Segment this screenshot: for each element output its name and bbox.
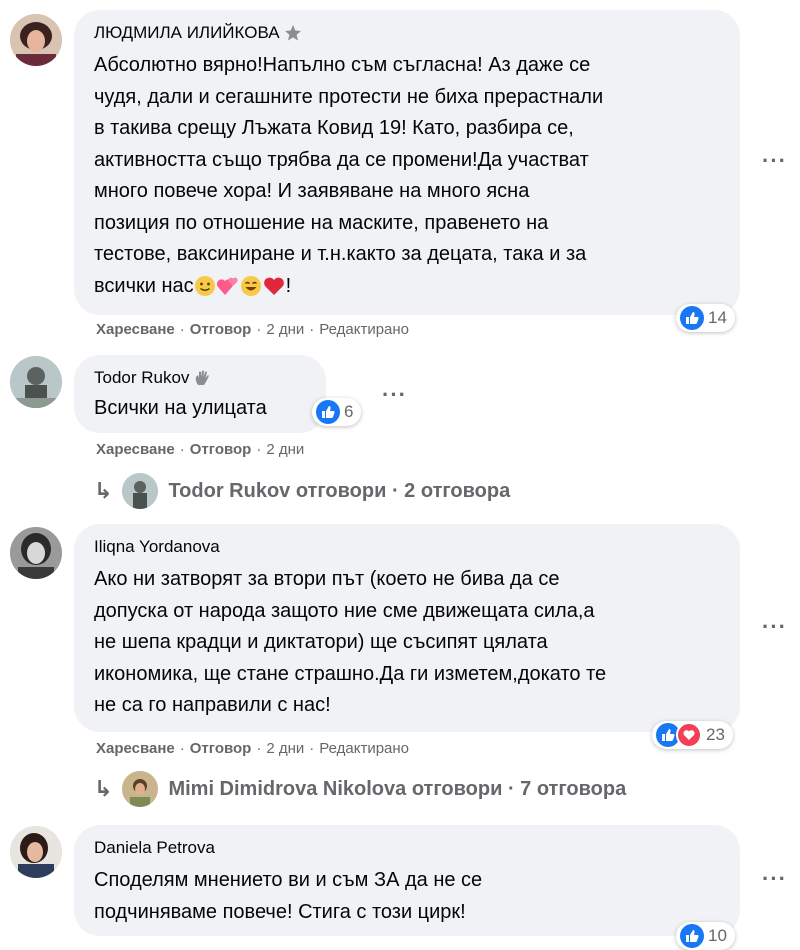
like-reaction-icon bbox=[316, 400, 340, 424]
more-options-icon[interactable]: ··· bbox=[382, 382, 407, 408]
avatar-photo-icon bbox=[10, 527, 62, 579]
wave-badge-icon bbox=[196, 370, 210, 385]
comment-author[interactable]: Todor Rukov bbox=[94, 367, 189, 389]
comment-time[interactable]: 2 дни bbox=[266, 321, 304, 338]
like-link[interactable]: Харесване bbox=[96, 740, 175, 757]
like-link[interactable]: Харесване bbox=[96, 441, 175, 458]
more-options-icon[interactable]: ··· bbox=[762, 148, 787, 174]
comment-actions: Харесване · Отговор · 2 дни · Редактирано bbox=[96, 740, 410, 757]
love-reaction-icon bbox=[676, 722, 702, 748]
view-replies-link[interactable]: ↳ Mimi Dimidrova Nikolova отговори · 7 о… bbox=[94, 771, 626, 807]
avatar-photo-icon bbox=[10, 14, 62, 66]
comment-text: Абсолютно вярно!Напълно съм съгласна! Аз… bbox=[94, 54, 604, 297]
avatar[interactable] bbox=[10, 14, 62, 66]
heart-emoji-icon bbox=[263, 277, 284, 296]
like-reaction-icon bbox=[680, 306, 704, 330]
grin-emoji-icon bbox=[240, 276, 261, 297]
reaction-summary[interactable]: 14 bbox=[676, 304, 735, 332]
avatar[interactable] bbox=[10, 826, 62, 878]
avatar-photo-icon bbox=[10, 356, 62, 408]
avatar[interactable] bbox=[10, 527, 62, 579]
comment-bubble: ЛЮДМИЛА ИЛИЙКОВА Абсолютно вярно!Напълно… bbox=[74, 10, 740, 315]
reaction-summary[interactable]: 6 bbox=[312, 398, 362, 426]
comment-bubble: Iliqna Yordanova Ако ни затворят за втор… bbox=[74, 524, 740, 732]
like-link[interactable]: Харесване bbox=[96, 321, 175, 338]
comment-text: Споделям мнението ви и съм ЗА да не се п… bbox=[94, 869, 483, 923]
reaction-count: 23 bbox=[706, 725, 725, 744]
reply-link[interactable]: Отговор bbox=[190, 321, 252, 338]
comment-time[interactable]: 2 дни bbox=[266, 441, 304, 458]
edited-label: Редактирано bbox=[319, 321, 410, 338]
comment-time[interactable]: 2 дни bbox=[266, 740, 304, 757]
avatar-photo-icon bbox=[122, 771, 159, 807]
like-reaction-icon bbox=[680, 924, 704, 948]
comment-actions: Харесване · Отговор · 2 дни bbox=[96, 441, 305, 458]
avatar-photo-icon bbox=[10, 826, 62, 878]
avatar[interactable] bbox=[10, 356, 62, 408]
comment-author[interactable]: Daniela Petrova bbox=[94, 837, 215, 859]
more-options-icon[interactable]: ··· bbox=[762, 614, 787, 640]
reaction-count: 14 bbox=[708, 308, 727, 327]
avatar bbox=[122, 771, 159, 807]
comment-text: Всички на улицата bbox=[94, 397, 267, 419]
edited-label: Редактирано bbox=[319, 740, 410, 757]
reaction-count: 10 bbox=[708, 926, 727, 945]
reaction-summary[interactable]: 23 bbox=[652, 721, 733, 749]
reaction-summary[interactable]: 10 bbox=[676, 922, 735, 950]
reply-link[interactable]: Отговор bbox=[190, 740, 252, 757]
comment-actions: Харесване · Отговор · 2 дни · Редактирано bbox=[96, 321, 410, 338]
comment-bubble: Daniela Petrova Споделям мнението ви и с… bbox=[74, 825, 740, 936]
comment-author[interactable]: ЛЮДМИЛА ИЛИЙКОВА bbox=[94, 22, 280, 44]
view-replies-link[interactable]: ↳ Todor Rukov отговори · 2 отговора bbox=[94, 473, 510, 509]
comment-bubble: Todor Rukov Всички на улицата bbox=[74, 355, 326, 433]
comment-text: Ако ни затворят за втори път (което не б… bbox=[94, 568, 607, 716]
reply-arrow-icon: ↳ bbox=[94, 478, 113, 503]
more-options-icon[interactable]: ··· bbox=[762, 866, 787, 892]
star-badge-icon bbox=[284, 25, 301, 41]
smile-emoji-icon bbox=[194, 276, 215, 297]
reply-arrow-icon: ↳ bbox=[94, 776, 113, 801]
avatar bbox=[122, 473, 159, 509]
reaction-count: 6 bbox=[344, 402, 354, 421]
reply-link[interactable]: Отговор bbox=[190, 441, 252, 458]
avatar-photo-icon bbox=[122, 473, 159, 509]
two-hearts-emoji-icon bbox=[216, 277, 238, 296]
comment-author[interactable]: Iliqna Yordanova bbox=[94, 536, 220, 558]
